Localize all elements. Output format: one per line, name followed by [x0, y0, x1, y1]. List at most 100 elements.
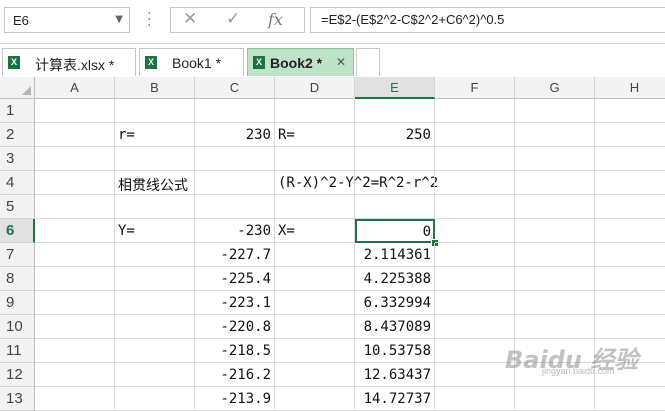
row-header-1[interactable]: 1 [0, 99, 35, 123]
cell-f5[interactable] [435, 195, 515, 219]
cell-h13[interactable] [595, 387, 665, 411]
cell-h10[interactable] [595, 315, 665, 339]
cell-a4[interactable] [35, 171, 115, 195]
cell-d6[interactable]: X= [275, 219, 355, 243]
cell-b4[interactable]: 相贯线公式 [115, 171, 195, 195]
column-header-c[interactable]: C [195, 77, 275, 99]
cell-d8[interactable] [275, 267, 355, 291]
cell-g13[interactable] [515, 387, 595, 411]
column-header-h[interactable]: H [595, 77, 665, 99]
cell-b5[interactable] [115, 195, 195, 219]
tab-book1[interactable]: X Book1 * [139, 48, 244, 76]
cell-g3[interactable] [515, 147, 595, 171]
cell-c5[interactable] [195, 195, 275, 219]
cell-d9[interactable] [275, 291, 355, 315]
cell-g8[interactable] [515, 267, 595, 291]
cell-b7[interactable] [115, 243, 195, 267]
cell-c4[interactable] [195, 171, 275, 195]
cell-a10[interactable] [35, 315, 115, 339]
row-header-6[interactable]: 6 [0, 219, 35, 243]
cell-a13[interactable] [35, 387, 115, 411]
cell-e7[interactable]: 2.114361 [355, 243, 435, 267]
cell-e6[interactable]: 0 [355, 219, 435, 243]
cell-c8[interactable]: -225.4 [195, 267, 275, 291]
cell-e13[interactable]: 14.72737 [355, 387, 435, 411]
cell-a11[interactable] [35, 339, 115, 363]
cell-g1[interactable] [515, 99, 595, 123]
cell-c11[interactable]: -218.5 [195, 339, 275, 363]
cell-f8[interactable] [435, 267, 515, 291]
cell-d11[interactable] [275, 339, 355, 363]
cell-h3[interactable] [595, 147, 665, 171]
cell-e11[interactable]: 10.53758 [355, 339, 435, 363]
cell-g4[interactable] [515, 171, 595, 195]
name-box[interactable]: E6 ▼ [4, 7, 130, 33]
cell-c7[interactable]: -227.7 [195, 243, 275, 267]
cell-g9[interactable] [515, 291, 595, 315]
row-header-4[interactable]: 4 [0, 171, 35, 195]
cell-c13[interactable]: -213.9 [195, 387, 275, 411]
cell-e8[interactable]: 4.225388 [355, 267, 435, 291]
row-header-2[interactable]: 2 [0, 123, 35, 147]
cell-g5[interactable] [515, 195, 595, 219]
cell-f6[interactable] [435, 219, 515, 243]
row-header-10[interactable]: 10 [0, 315, 35, 339]
cell-g6[interactable] [515, 219, 595, 243]
cell-f12[interactable] [435, 363, 515, 387]
cell-f9[interactable] [435, 291, 515, 315]
cell-d7[interactable] [275, 243, 355, 267]
cell-g7[interactable] [515, 243, 595, 267]
row-header-7[interactable]: 7 [0, 243, 35, 267]
cell-h8[interactable] [595, 267, 665, 291]
cell-f13[interactable] [435, 387, 515, 411]
cell-h4[interactable] [595, 171, 665, 195]
row-header-13[interactable]: 13 [0, 387, 35, 411]
cancel-icon[interactable]: ✕ [183, 9, 197, 29]
new-tab-button[interactable] [356, 48, 380, 76]
cell-e4[interactable] [355, 171, 435, 195]
cell-c3[interactable] [195, 147, 275, 171]
cell-b2[interactable]: r= [115, 123, 195, 147]
cell-b6[interactable]: Y= [115, 219, 195, 243]
cell-h7[interactable] [595, 243, 665, 267]
cell-e3[interactable] [355, 147, 435, 171]
column-header-g[interactable]: G [515, 77, 595, 99]
cell-g10[interactable] [515, 315, 595, 339]
cell-a2[interactable] [35, 123, 115, 147]
column-header-a[interactable]: A [35, 77, 115, 99]
cell-a7[interactable] [35, 243, 115, 267]
tab-book2[interactable]: X Book2 * ✕ [247, 48, 354, 76]
cell-e12[interactable]: 12.63437 [355, 363, 435, 387]
cell-a3[interactable] [35, 147, 115, 171]
cell-a6[interactable] [35, 219, 115, 243]
row-header-9[interactable]: 9 [0, 291, 35, 315]
cell-a8[interactable] [35, 267, 115, 291]
row-header-5[interactable]: 5 [0, 195, 35, 219]
cell-h2[interactable] [595, 123, 665, 147]
insert-function-icon[interactable]: fx [268, 10, 283, 29]
cell-f4[interactable] [435, 171, 515, 195]
cell-b9[interactable] [115, 291, 195, 315]
drag-handle-icon[interactable]: · · · [147, 7, 151, 33]
cell-b11[interactable] [115, 339, 195, 363]
cell-d13[interactable] [275, 387, 355, 411]
cell-f1[interactable] [435, 99, 515, 123]
tab-jisuanbiao[interactable]: X 计算表.xlsx * [2, 48, 136, 76]
cell-e1[interactable] [355, 99, 435, 123]
cell-h6[interactable] [595, 219, 665, 243]
cell-b3[interactable] [115, 147, 195, 171]
cell-b12[interactable] [115, 363, 195, 387]
cell-e9[interactable]: 6.332994 [355, 291, 435, 315]
cell-f3[interactable] [435, 147, 515, 171]
cell-a1[interactable] [35, 99, 115, 123]
cell-d5[interactable] [275, 195, 355, 219]
cell-f11[interactable] [435, 339, 515, 363]
cell-c6[interactable]: -230 [195, 219, 275, 243]
cell-e5[interactable] [355, 195, 435, 219]
cell-c1[interactable] [195, 99, 275, 123]
cell-d10[interactable] [275, 315, 355, 339]
formula-input[interactable]: =E$2-(E$2^2-C$2^2+C6^2)^0.5 [310, 7, 665, 33]
row-header-8[interactable]: 8 [0, 267, 35, 291]
cell-c2[interactable]: 230 [195, 123, 275, 147]
cell-d2[interactable]: R= [275, 123, 355, 147]
